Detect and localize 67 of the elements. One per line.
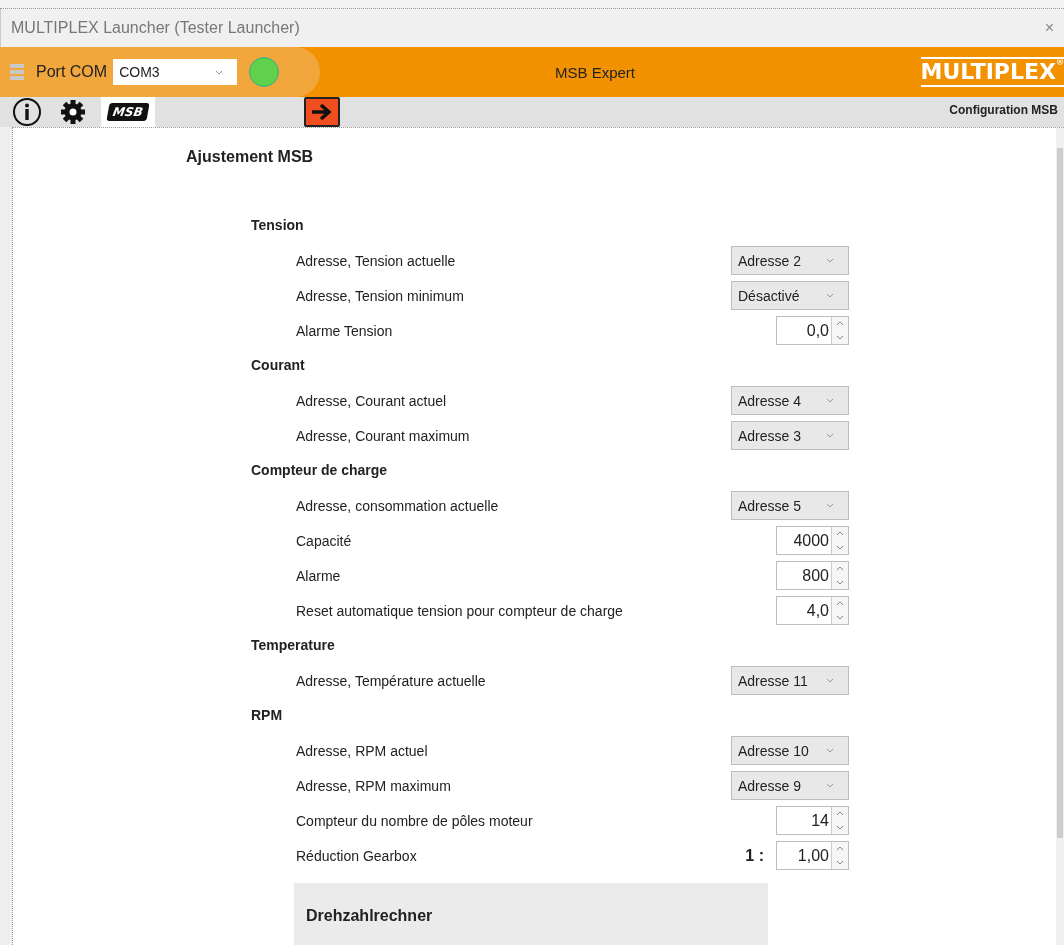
setting-label: Adresse, RPM maximum bbox=[296, 777, 452, 794]
port-dropdown[interactable]: COM3 bbox=[113, 59, 238, 85]
chevron-down-icon bbox=[826, 783, 834, 788]
window-title: MULTIPLEX Launcher (Tester Launcher) bbox=[11, 19, 301, 37]
spin-up-icon[interactable] bbox=[836, 846, 844, 852]
chevron-down-icon bbox=[826, 398, 834, 403]
number-spinner[interactable]: 800 bbox=[776, 561, 849, 590]
address-dropdown[interactable]: Désactivé bbox=[731, 281, 849, 310]
spin-down-icon[interactable] bbox=[836, 614, 844, 620]
setting-label: Adresse, Tension minimum bbox=[296, 287, 465, 304]
spin-up-icon[interactable] bbox=[836, 811, 844, 817]
subpanel-header: Drehzahlrechner bbox=[294, 883, 768, 945]
scrollbar[interactable] bbox=[1056, 128, 1064, 945]
spin-up-icon[interactable] bbox=[836, 601, 844, 607]
address-dropdown[interactable]: Adresse 4 bbox=[731, 386, 849, 415]
arrow-right-icon bbox=[311, 103, 333, 121]
number-spinner[interactable]: 14 bbox=[776, 806, 849, 835]
group-title: Courant bbox=[250, 356, 306, 375]
address-dropdown[interactable]: Adresse 2 bbox=[731, 246, 849, 275]
address-dropdown[interactable]: Adresse 10 bbox=[731, 736, 849, 765]
setting-label: Reset automatique tension pour compteur de charge bbox=[296, 602, 624, 619]
chevron-down-icon bbox=[826, 258, 834, 263]
chevron-down-icon bbox=[826, 678, 834, 683]
msb-tab[interactable]: MSB bbox=[101, 97, 155, 127]
setting-label: Adresse, Courant maximum bbox=[296, 427, 471, 444]
address-dropdown[interactable]: Adresse 5 bbox=[731, 491, 849, 520]
setting-label: Alarme Tension bbox=[296, 322, 394, 339]
chevron-down-icon bbox=[215, 69, 224, 75]
spin-up-icon[interactable] bbox=[836, 321, 844, 327]
header-title: MSB Expert bbox=[555, 63, 636, 81]
number-spinner[interactable]: 0,0 bbox=[776, 316, 849, 345]
group-title: Temperature bbox=[250, 636, 336, 655]
setting-label: Adresse, Courant actuel bbox=[296, 392, 448, 409]
port-label: Port COM bbox=[36, 63, 108, 81]
setting-label: Adresse, consommation actuelle bbox=[296, 497, 500, 514]
setting-label: Réduction Gearbox bbox=[296, 847, 418, 864]
chevron-down-icon bbox=[826, 433, 834, 438]
setting-label: Adresse, Température actuelle bbox=[296, 672, 487, 689]
address-dropdown[interactable]: Adresse 11 bbox=[731, 666, 849, 695]
setting-label: Compteur du nombre de pôles moteur bbox=[296, 812, 534, 829]
group-title: Tension bbox=[250, 216, 305, 235]
spin-down-icon[interactable] bbox=[836, 334, 844, 340]
number-spinner[interactable]: 4,0 bbox=[776, 596, 849, 625]
number-spinner[interactable]: 4000 bbox=[776, 526, 849, 555]
spin-down-icon[interactable] bbox=[836, 579, 844, 585]
spin-down-icon[interactable] bbox=[836, 859, 844, 865]
chevron-down-icon bbox=[826, 503, 834, 508]
page-title: Configuration MSB bbox=[949, 103, 1058, 117]
info-icon[interactable] bbox=[12, 97, 42, 127]
chevron-down-icon bbox=[826, 748, 834, 753]
section-heading: Ajustement MSB bbox=[185, 148, 315, 167]
setting-label: Adresse, Tension actuelle bbox=[296, 252, 457, 269]
chevron-down-icon bbox=[826, 293, 834, 298]
spin-down-icon[interactable] bbox=[836, 544, 844, 550]
spin-up-icon[interactable] bbox=[836, 531, 844, 537]
spin-down-icon[interactable] bbox=[836, 824, 844, 830]
address-dropdown[interactable]: Adresse 3 bbox=[731, 421, 849, 450]
ratio-label: 1 : bbox=[745, 846, 764, 865]
setting-label: Adresse, RPM actuel bbox=[296, 742, 429, 759]
setting-label: Alarme bbox=[296, 567, 342, 584]
number-spinner[interactable]: 1,00 bbox=[776, 841, 849, 870]
address-dropdown[interactable]: Adresse 9 bbox=[731, 771, 849, 800]
group-title: Compteur de charge bbox=[250, 461, 389, 480]
spin-up-icon[interactable] bbox=[836, 566, 844, 572]
setting-label: Capacité bbox=[296, 532, 353, 549]
group-title: RPM bbox=[250, 706, 284, 725]
next-button[interactable] bbox=[304, 97, 340, 127]
